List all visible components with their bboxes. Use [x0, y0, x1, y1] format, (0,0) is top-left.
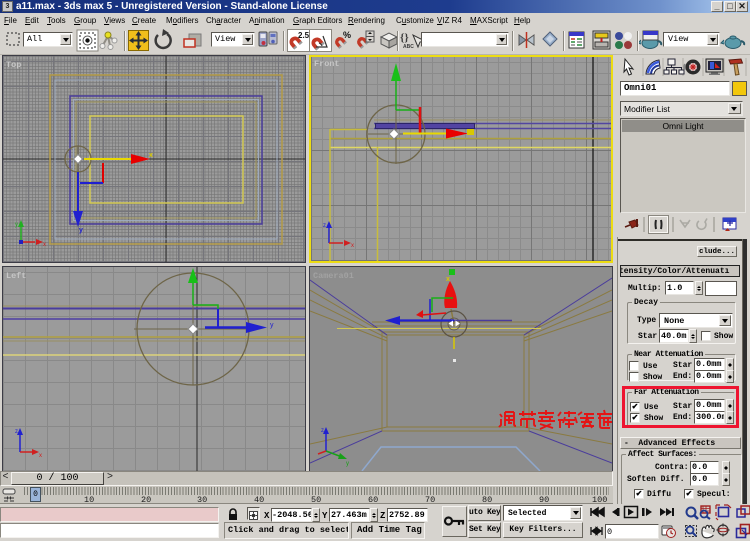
- svg-text:y: y: [270, 322, 274, 329]
- svg-text:y: y: [346, 461, 349, 467]
- svg-text:z: z: [323, 223, 326, 229]
- svg-text:z: z: [15, 429, 18, 435]
- svg-text:x: x: [43, 242, 46, 248]
- svg-text:x: x: [149, 152, 153, 159]
- svg-text:x: x: [446, 276, 450, 283]
- svg-text:2.5: 2.5: [298, 31, 310, 40]
- svg-text:y: y: [15, 222, 18, 228]
- svg-text:y: y: [79, 227, 83, 234]
- svg-text:{}: {}: [400, 32, 409, 44]
- svg-text:%: %: [343, 30, 351, 40]
- svg-text:ABC: ABC: [403, 44, 414, 50]
- svg-text:x: x: [351, 243, 354, 249]
- svg-text:x: x: [39, 453, 42, 459]
- svg-text:z: z: [321, 428, 324, 434]
